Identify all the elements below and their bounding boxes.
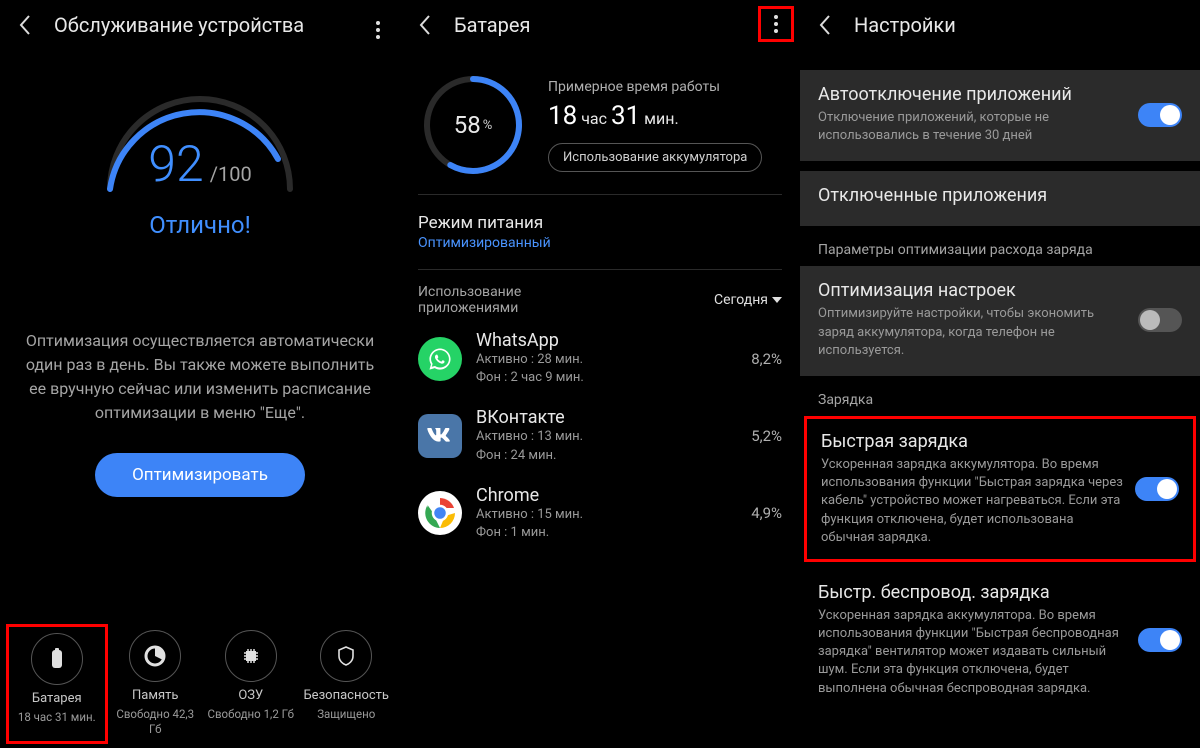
usage-head-label: Использование приложениями [418,284,598,316]
score-label: Отлично! [149,211,251,239]
ram-icon [225,630,277,682]
stat-label: ОЗУ [238,688,263,703]
app-percent: 4,9% [751,504,782,522]
back-icon[interactable] [412,12,438,38]
app-name: Chrome [476,485,751,506]
estimate-time: 18 час 31 мин. [548,101,782,131]
stat-sub: Свободно 1,2 Гб [207,707,294,723]
setting-fast-charge[interactable]: Быстрая зарядка Ускоренная зарядка аккум… [804,416,1196,562]
score-value: 92 [148,136,203,194]
stat-battery[interactable]: Батарея 18 час 31 мин. [6,624,108,744]
stat-sub: Свободно 42,3 Гб [110,707,202,738]
toggle-wireless-fast-charge[interactable] [1138,628,1182,652]
app-bg: Фон : 1 мин. [476,524,751,542]
battery-usage-button[interactable]: Использование аккумулятора [548,143,762,172]
storage-icon [129,630,181,682]
toggle-auto-off[interactable] [1138,103,1182,127]
stat-label: Безопасность [303,688,389,703]
page-title: Обслуживание устройства [54,13,304,37]
setting-optimize[interactable]: Оптимизация настроек Оптимизируйте настр… [800,266,1200,376]
optimize-button[interactable]: Оптимизировать [95,453,305,497]
estimate-label: Примерное время работы [548,79,782,95]
app-bg: Фон : 24 мин. [476,447,751,465]
kebab-icon[interactable] [360,12,396,48]
setting-wireless-fast-charge[interactable]: Быстр. беспровод. зарядка Ускоренная зар… [800,568,1200,714]
power-mode-value: Оптимизированный [418,235,782,251]
stat-sub: 18 час 31 мин. [18,710,96,726]
app-name: WhatsApp [476,330,751,351]
app-name: ВКонтакте [476,407,751,428]
back-icon[interactable] [812,12,838,38]
app-percent: 8,2% [751,350,782,368]
stat-storage[interactable]: Память Свободно 42,3 Гб [108,624,204,744]
app-active: Активно : 28 мин. [476,351,751,369]
chrome-icon [418,491,462,535]
setting-title: Автоотключение приложений [818,84,1126,105]
app-row[interactable]: WhatsApp Активно : 28 мин. Фон : 2 час 9… [400,320,800,397]
setting-desc: Отключение приложений, которые не исполь… [818,109,1126,145]
battery-percent: 58 [454,111,481,139]
stat-label: Батарея [32,691,82,706]
setting-title: Быстрая зарядка [821,431,1123,452]
page-title: Настройки [854,13,956,37]
whatsapp-icon [418,337,462,381]
chevron-down-icon [772,297,782,303]
optimization-description: Оптимизация осуществляется автоматически… [0,329,400,425]
app-row[interactable]: Chrome Активно : 15 мин. Фон : 1 мин. 4,… [400,475,800,552]
stat-ram[interactable]: ОЗУ Свободно 1,2 Гб [203,624,299,744]
setting-auto-off[interactable]: Автоотключение приложений Отключение при… [800,70,1200,161]
app-active: Активно : 15 мин. [476,506,751,524]
power-mode-row[interactable]: Режим питания Оптимизированный [400,201,800,263]
usage-period-dropdown[interactable]: Сегодня [714,284,782,316]
setting-title: Оптимизация настроек [818,280,1126,301]
stat-security[interactable]: Безопасность Защищено [299,624,395,744]
setting-desc: Ускоренная зарядка аккумулятора. Во врем… [818,607,1126,698]
battery-icon [31,633,83,685]
app-active: Активно : 13 мин. [476,428,751,446]
vk-icon [418,414,462,458]
shield-icon [320,630,372,682]
app-row[interactable]: ВКонтакте Активно : 13 мин. Фон : 24 мин… [400,397,800,474]
setting-desc: Ускоренная зарядка аккумулятора. Во врем… [821,456,1123,547]
stat-sub: Защищено [317,707,375,723]
app-percent: 5,2% [751,427,782,445]
score-gauge: 92/100 [85,64,315,199]
app-bg: Фон : 2 час 9 мин. [476,369,751,387]
toggle-fast-charge[interactable] [1135,477,1179,501]
setting-title: Быстр. беспровод. зарядка [818,582,1126,603]
stat-label: Память [132,688,178,703]
power-mode-title: Режим питания [418,213,782,233]
page-title: Батарея [454,13,530,37]
back-icon[interactable] [12,12,38,38]
setting-disabled-apps[interactable]: Отключенные приложения [800,171,1200,226]
setting-title: Отключенные приложения [818,185,1182,206]
kebab-icon[interactable] [758,6,794,42]
toggle-optimize[interactable] [1138,308,1182,332]
group-charging: Зарядка [800,376,1200,412]
battery-gauge: 58% [418,70,528,180]
percent-unit: % [483,118,493,133]
group-optimization: Параметры оптимизации расхода заряда [800,226,1200,262]
setting-desc: Оптимизируйте настройки, чтобы экономить… [818,305,1126,360]
score-max: /100 [210,162,252,186]
